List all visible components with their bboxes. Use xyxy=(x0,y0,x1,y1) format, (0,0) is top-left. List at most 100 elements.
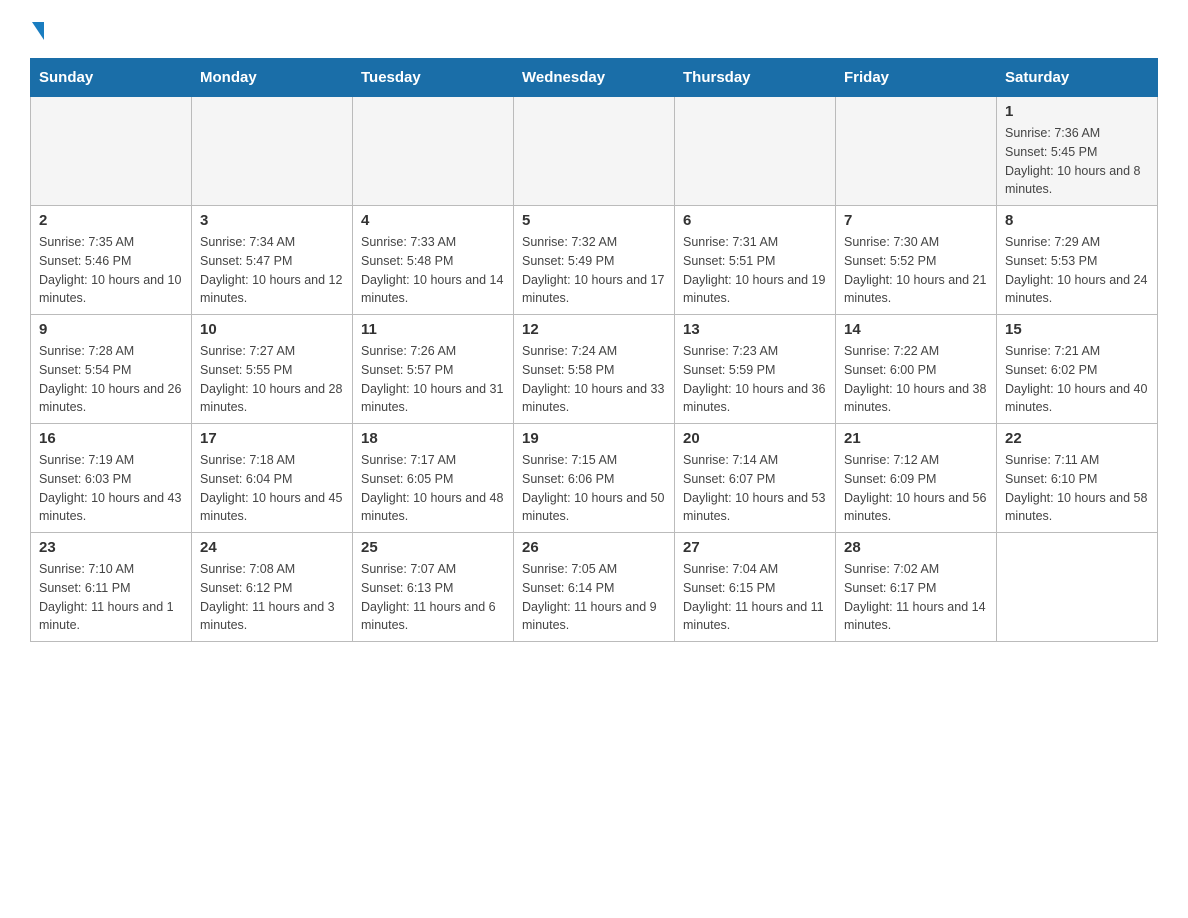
day-number: 22 xyxy=(1005,430,1149,447)
calendar-week-row: 2Sunrise: 7:35 AMSunset: 5:46 PMDaylight… xyxy=(31,206,1158,315)
day-number: 15 xyxy=(1005,321,1149,338)
day-info: Sunrise: 7:21 AMSunset: 6:02 PMDaylight:… xyxy=(1005,342,1149,417)
day-info: Sunrise: 7:34 AMSunset: 5:47 PMDaylight:… xyxy=(200,233,344,308)
day-number: 18 xyxy=(361,430,505,447)
calendar-day-cell: 1 Sunrise: 7:36 AMSunset: 5:45 PMDaylight… xyxy=(997,97,1158,206)
logo-arrow-icon xyxy=(32,22,44,40)
day-info: Sunrise: 7:22 AMSunset: 6:00 PMDaylight:… xyxy=(844,342,988,417)
page-header xyxy=(30,20,1158,40)
day-info: Sunrise: 7:02 AMSunset: 6:17 PMDaylight:… xyxy=(844,560,988,635)
calendar-day-cell xyxy=(997,533,1158,642)
calendar-day-cell: 4Sunrise: 7:33 AMSunset: 5:48 PMDaylight… xyxy=(353,206,514,315)
calendar-day-cell: 15 Sunrise: 7:21 AMSunset: 6:02 PMDayligh… xyxy=(997,315,1158,424)
calendar-week-row: 23 Sunrise: 7:10 AMSunset: 6:11 PMDayligh… xyxy=(31,533,1158,642)
calendar-day-cell: 3 Sunrise: 7:34 AMSunset: 5:47 PMDaylight… xyxy=(192,206,353,315)
day-number: 12 xyxy=(522,321,666,338)
calendar-day-cell: 25 Sunrise: 7:07 AMSunset: 6:13 PMDayligh… xyxy=(353,533,514,642)
day-of-week-header: Tuesday xyxy=(353,59,514,97)
day-number: 23 xyxy=(39,539,183,556)
day-info: Sunrise: 7:19 AMSunset: 6:03 PMDaylight:… xyxy=(39,451,183,526)
day-info: Sunrise: 7:14 AMSunset: 6:07 PMDaylight:… xyxy=(683,451,827,526)
day-number: 6 xyxy=(683,212,827,229)
calendar-day-cell xyxy=(192,97,353,206)
day-info: Sunrise: 7:27 AMSunset: 5:55 PMDaylight:… xyxy=(200,342,344,417)
calendar-day-cell: 24 Sunrise: 7:08 AMSunset: 6:12 PMDayligh… xyxy=(192,533,353,642)
day-info: Sunrise: 7:15 AMSunset: 6:06 PMDaylight:… xyxy=(522,451,666,526)
calendar-day-cell: 2Sunrise: 7:35 AMSunset: 5:46 PMDaylight… xyxy=(31,206,192,315)
logo xyxy=(30,20,44,40)
calendar-day-cell: 27Sunrise: 7:04 AMSunset: 6:15 PMDayligh… xyxy=(675,533,836,642)
calendar-day-cell: 23 Sunrise: 7:10 AMSunset: 6:11 PMDayligh… xyxy=(31,533,192,642)
day-info: Sunrise: 7:29 AMSunset: 5:53 PMDaylight:… xyxy=(1005,233,1149,308)
day-number: 25 xyxy=(361,539,505,556)
day-info: Sunrise: 7:36 AMSunset: 5:45 PMDaylight:… xyxy=(1005,124,1149,199)
day-info: Sunrise: 7:07 AMSunset: 6:13 PMDaylight:… xyxy=(361,560,505,635)
day-number: 24 xyxy=(200,539,344,556)
day-number: 14 xyxy=(844,321,988,338)
day-number: 27 xyxy=(683,539,827,556)
day-number: 3 xyxy=(200,212,344,229)
calendar-day-cell: 8 Sunrise: 7:29 AMSunset: 5:53 PMDaylight… xyxy=(997,206,1158,315)
calendar-day-cell: 28 Sunrise: 7:02 AMSunset: 6:17 PMDayligh… xyxy=(836,533,997,642)
day-of-week-header: Monday xyxy=(192,59,353,97)
day-number: 16 xyxy=(39,430,183,447)
day-info: Sunrise: 7:11 AMSunset: 6:10 PMDaylight:… xyxy=(1005,451,1149,526)
day-number: 28 xyxy=(844,539,988,556)
day-number: 10 xyxy=(200,321,344,338)
day-of-week-header: Saturday xyxy=(997,59,1158,97)
calendar-body: 1 Sunrise: 7:36 AMSunset: 5:45 PMDaylight… xyxy=(31,97,1158,642)
calendar-week-row: 1 Sunrise: 7:36 AMSunset: 5:45 PMDaylight… xyxy=(31,97,1158,206)
day-info: Sunrise: 7:08 AMSunset: 6:12 PMDaylight:… xyxy=(200,560,344,635)
calendar-week-row: 16 Sunrise: 7:19 AMSunset: 6:03 PMDayligh… xyxy=(31,424,1158,533)
day-number: 13 xyxy=(683,321,827,338)
day-info: Sunrise: 7:33 AMSunset: 5:48 PMDaylight:… xyxy=(361,233,505,308)
calendar-day-cell: 14 Sunrise: 7:22 AMSunset: 6:00 PMDayligh… xyxy=(836,315,997,424)
calendar-header: SundayMondayTuesdayWednesdayThursdayFrid… xyxy=(31,59,1158,97)
calendar-day-cell xyxy=(353,97,514,206)
calendar-day-cell: 12Sunrise: 7:24 AMSunset: 5:58 PMDayligh… xyxy=(514,315,675,424)
calendar-day-cell: 9 Sunrise: 7:28 AMSunset: 5:54 PMDaylight… xyxy=(31,315,192,424)
calendar-day-cell: 21 Sunrise: 7:12 AMSunset: 6:09 PMDayligh… xyxy=(836,424,997,533)
calendar-day-cell xyxy=(514,97,675,206)
day-number: 8 xyxy=(1005,212,1149,229)
calendar-day-cell: 6 Sunrise: 7:31 AMSunset: 5:51 PMDaylight… xyxy=(675,206,836,315)
calendar-day-cell: 11Sunrise: 7:26 AMSunset: 5:57 PMDayligh… xyxy=(353,315,514,424)
day-info: Sunrise: 7:31 AMSunset: 5:51 PMDaylight:… xyxy=(683,233,827,308)
day-number: 2 xyxy=(39,212,183,229)
day-number: 11 xyxy=(361,321,505,338)
day-number: 1 xyxy=(1005,103,1149,120)
calendar-day-cell xyxy=(836,97,997,206)
day-info: Sunrise: 7:28 AMSunset: 5:54 PMDaylight:… xyxy=(39,342,183,417)
days-of-week-row: SundayMondayTuesdayWednesdayThursdayFrid… xyxy=(31,59,1158,97)
calendar-day-cell: 10 Sunrise: 7:27 AMSunset: 5:55 PMDayligh… xyxy=(192,315,353,424)
day-number: 21 xyxy=(844,430,988,447)
day-info: Sunrise: 7:18 AMSunset: 6:04 PMDaylight:… xyxy=(200,451,344,526)
calendar-day-cell: 26 Sunrise: 7:05 AMSunset: 6:14 PMDayligh… xyxy=(514,533,675,642)
day-number: 17 xyxy=(200,430,344,447)
day-info: Sunrise: 7:23 AMSunset: 5:59 PMDaylight:… xyxy=(683,342,827,417)
day-of-week-header: Sunday xyxy=(31,59,192,97)
day-number: 26 xyxy=(522,539,666,556)
day-info: Sunrise: 7:17 AMSunset: 6:05 PMDaylight:… xyxy=(361,451,505,526)
day-of-week-header: Friday xyxy=(836,59,997,97)
calendar-day-cell: 20Sunrise: 7:14 AMSunset: 6:07 PMDayligh… xyxy=(675,424,836,533)
day-info: Sunrise: 7:05 AMSunset: 6:14 PMDaylight:… xyxy=(522,560,666,635)
calendar-day-cell xyxy=(31,97,192,206)
calendar-day-cell: 5Sunrise: 7:32 AMSunset: 5:49 PMDaylight… xyxy=(514,206,675,315)
day-of-week-header: Wednesday xyxy=(514,59,675,97)
calendar-day-cell: 13 Sunrise: 7:23 AMSunset: 5:59 PMDayligh… xyxy=(675,315,836,424)
day-number: 19 xyxy=(522,430,666,447)
calendar-day-cell: 7 Sunrise: 7:30 AMSunset: 5:52 PMDaylight… xyxy=(836,206,997,315)
day-info: Sunrise: 7:12 AMSunset: 6:09 PMDaylight:… xyxy=(844,451,988,526)
day-info: Sunrise: 7:32 AMSunset: 5:49 PMDaylight:… xyxy=(522,233,666,308)
day-number: 9 xyxy=(39,321,183,338)
calendar-week-row: 9 Sunrise: 7:28 AMSunset: 5:54 PMDaylight… xyxy=(31,315,1158,424)
calendar-day-cell xyxy=(675,97,836,206)
calendar-day-cell: 19 Sunrise: 7:15 AMSunset: 6:06 PMDayligh… xyxy=(514,424,675,533)
day-number: 7 xyxy=(844,212,988,229)
day-info: Sunrise: 7:30 AMSunset: 5:52 PMDaylight:… xyxy=(844,233,988,308)
calendar-day-cell: 18 Sunrise: 7:17 AMSunset: 6:05 PMDayligh… xyxy=(353,424,514,533)
calendar-day-cell: 16 Sunrise: 7:19 AMSunset: 6:03 PMDayligh… xyxy=(31,424,192,533)
day-info: Sunrise: 7:10 AMSunset: 6:11 PMDaylight:… xyxy=(39,560,183,635)
calendar-table: SundayMondayTuesdayWednesdayThursdayFrid… xyxy=(30,58,1158,642)
